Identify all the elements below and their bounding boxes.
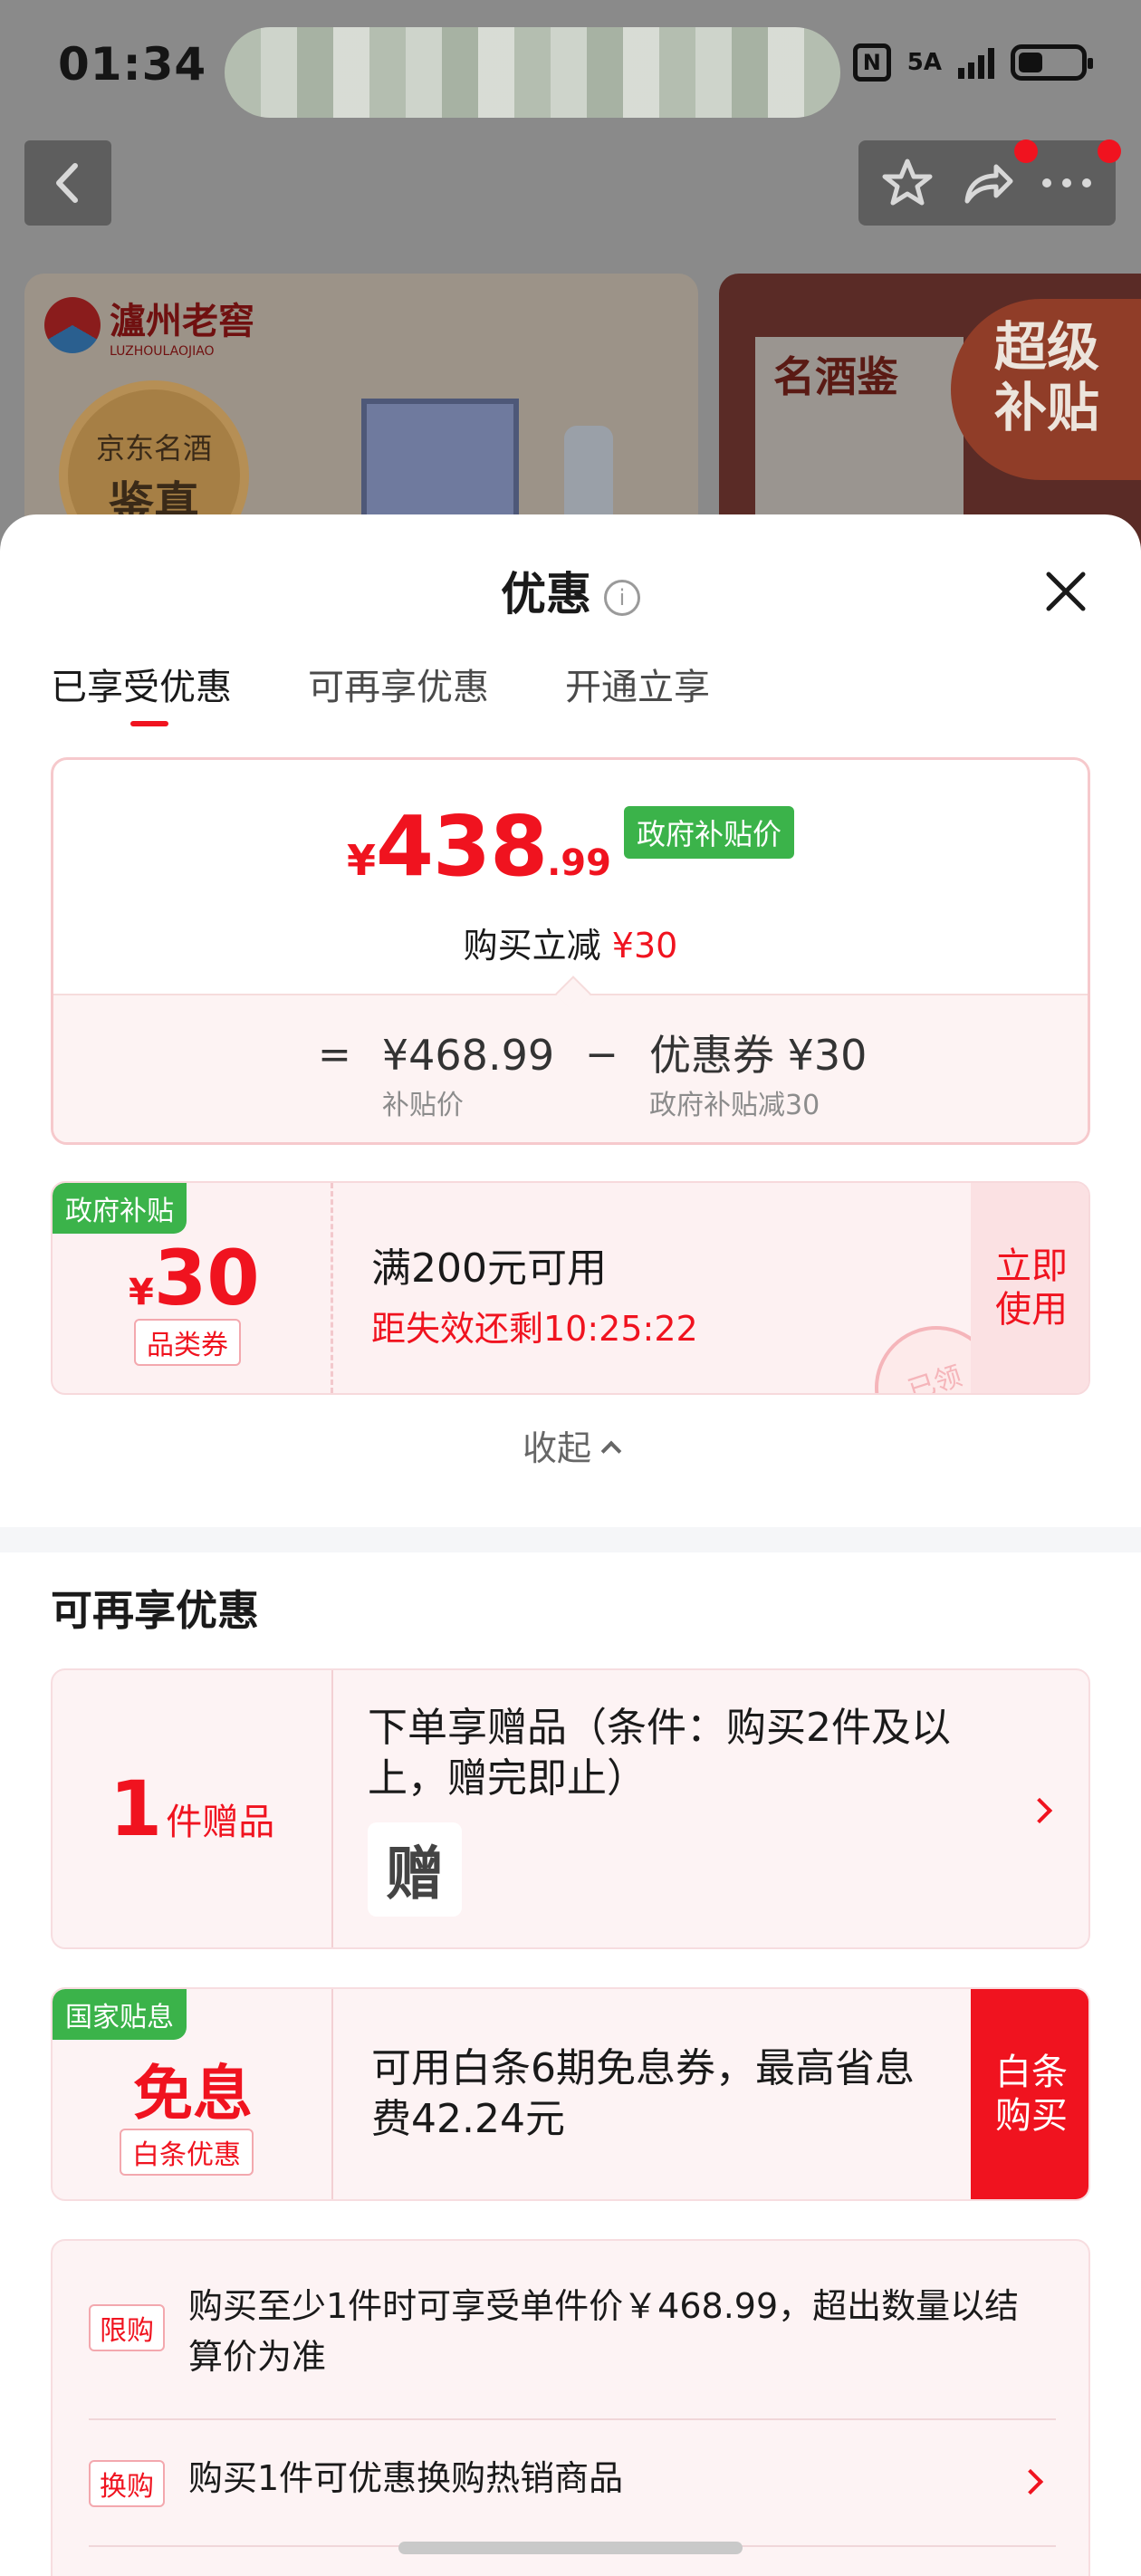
chevron-right-icon[interactable]: [1017, 2468, 1044, 2495]
more-badge-dot: [1098, 139, 1121, 163]
gift-badge: 赠: [368, 1822, 462, 1917]
gift-unit: 件赠品: [166, 1802, 275, 1843]
final-price: ¥438.99 政府补贴价: [53, 798, 1088, 895]
coupon-amount: ¥30: [129, 1234, 260, 1322]
brand-swirl-icon: [44, 297, 101, 353]
base-price: ¥468.99 补贴价: [382, 1030, 554, 1122]
coupon-deduction-value: 优惠券 ¥30: [648, 1031, 868, 1080]
action-group: [858, 140, 1116, 226]
close-icon[interactable]: [1043, 569, 1088, 614]
rule-tag-limit: 限购: [89, 2304, 165, 2351]
back-button[interactable]: [24, 140, 111, 226]
nfc-icon: N: [852, 43, 891, 82]
collapse-label: 收起: [522, 1428, 591, 1468]
share-icon[interactable]: [960, 156, 1014, 210]
price-integer: 438: [376, 798, 548, 895]
tab-more[interactable]: 可再享优惠: [308, 658, 489, 710]
coupon-deduction: 优惠券 ¥30 政府补贴减30: [649, 1030, 867, 1122]
use-now-line2: 使用: [995, 1289, 1068, 1331]
rule-text-limit: 购买至少1件时可享受单件价￥468.99，超出数量以结算价为准: [188, 2286, 1020, 2377]
price-currency: ¥: [347, 836, 377, 885]
baitiao-line2: 购买: [995, 2095, 1068, 2137]
reduction-label: 购买立减: [463, 926, 601, 966]
price-formula: = ¥468.99 补贴价 − 优惠券 ¥30 政府补贴减30: [318, 1030, 867, 1122]
status-icons: N 5A: [852, 43, 1093, 82]
more-icon[interactable]: [1040, 174, 1094, 192]
network-label: 5A: [906, 49, 942, 76]
super-subsidy-badge: 超级 补贴: [951, 299, 1141, 480]
rule-tag-exchange: 换购: [89, 2460, 165, 2507]
price-breakdown: = ¥468.99 补贴价 − 优惠券 ¥30 政府补贴减30: [53, 994, 1088, 1142]
back-icon: [56, 163, 78, 203]
coupon-tag: 政府补贴: [53, 1183, 187, 1234]
brand-logo: 瀘州老窖 LUZHOULAOJIAO: [44, 292, 254, 359]
star-icon[interactable]: [880, 156, 935, 210]
subsidy-coupon[interactable]: ¥30 品类券 政府补贴 满200元可用 距失效还剩10:25:22 已领 立即…: [51, 1181, 1090, 1395]
interest-free-card: 免息 白条优惠 国家贴息 可用白条6期免息券，最高省息费42.24元 白条 购买: [51, 1987, 1090, 2201]
tab-activate[interactable]: 开通立享: [565, 658, 710, 710]
rule-row-exchange[interactable]: 换购 购买1件可优惠换购热销商品: [89, 2453, 1056, 2516]
gov-price-tag: 政府补贴价: [623, 806, 794, 859]
use-now-button[interactable]: 立即 使用: [971, 1183, 1088, 1393]
interest-free-tag: 国家贴息: [53, 1989, 187, 2040]
coupon-kind: 品类券: [134, 1319, 241, 1366]
gift-count: 1: [109, 1764, 163, 1853]
interest-free-description: 可用白条6期免息券，最高省息费42.24元: [371, 2045, 915, 2142]
baitiao-buy-button[interactable]: 白条 购买: [971, 1989, 1088, 2199]
collapse-button[interactable]: 收起: [0, 1420, 1141, 1470]
reduction-amount: ¥30: [611, 926, 678, 966]
coupon-condition: 满200元可用: [371, 1245, 607, 1292]
interest-free-sub: 白条优惠: [120, 2129, 254, 2176]
baitiao-line1: 白条: [995, 2052, 1068, 2093]
promo-card-text: 名酒鉴: [773, 352, 898, 401]
discount-tabs: 已享受优惠 可再享优惠 开通立享: [51, 658, 710, 726]
badge-line2: 补贴: [994, 376, 1100, 438]
instant-reduction: 购买立减 ¥30: [53, 918, 1088, 967]
price-decimal: .99: [547, 842, 611, 884]
gift-offer-card[interactable]: 1 件赠品 下单享赠品（条件：购买2件及以上，赠完即止） 赠: [51, 1668, 1090, 1949]
coupon-number: 30: [153, 1234, 260, 1322]
price-card: ¥438.99 政府补贴价 购买立减 ¥30 = ¥468.99 补贴价 − 优惠…: [51, 757, 1090, 1145]
base-price-label: 补贴价: [381, 1090, 464, 1121]
chevron-up-icon: [600, 1440, 622, 1462]
rule-text-exchange: 购买1件可优惠换购热销商品: [188, 2458, 624, 2498]
discount-sheet: 优惠 i 已享受优惠 可再享优惠 开通立享 ¥438.99 政府补贴价 购买立减 ¥…: [0, 514, 1141, 2576]
tab-enjoyed[interactable]: 已享受优惠: [51, 658, 232, 726]
more-section-title: 可再享优惠: [51, 1586, 259, 1635]
badge-line1: 超级: [994, 316, 1100, 378]
network-indicator: 5A: [907, 51, 942, 74]
gift-description: 下单享赠品（条件：购买2件及以上，赠完即止）: [368, 1705, 951, 1802]
top-nav: [0, 136, 1141, 235]
coupon-deduction-label: 政府补贴减30: [648, 1090, 820, 1121]
interest-free-main: 免息: [133, 2059, 253, 2129]
share-badge-dot: [1014, 139, 1038, 163]
minus-sign: −: [585, 1032, 618, 1078]
brand-name-cn: 瀘州老窖: [110, 300, 254, 342]
status-bar: 01:34 N 5A: [0, 0, 1141, 136]
rule-row-limit: 限购 购买至少1件时可享受单件价￥468.99，超出数量以结算价为准: [89, 2281, 1056, 2398]
coupon-currency: ¥: [129, 1272, 154, 1313]
info-icon[interactable]: i: [604, 579, 640, 616]
section-divider: [0, 1527, 1141, 1552]
coupon-timer: 距失效还剩10:25:22: [371, 1309, 698, 1349]
home-indicator[interactable]: [398, 2542, 743, 2554]
status-time: 01:34: [58, 38, 207, 91]
seal-line1: 京东名酒: [95, 431, 212, 466]
final-price-area: ¥438.99 政府补贴价 购买立减 ¥30: [53, 760, 1088, 994]
blurred-notification: [225, 27, 840, 118]
brand-name-en: LUZHOULAOJIAO: [110, 344, 215, 359]
battery-icon: [1011, 44, 1093, 81]
sheet-header: 优惠 i: [0, 558, 1141, 623]
gift-count-area: 1 件赠品: [53, 1670, 333, 1947]
chevron-right-icon[interactable]: [1026, 1797, 1053, 1824]
base-price-value: ¥468.99: [381, 1031, 555, 1080]
use-now-line1: 立即: [995, 1245, 1068, 1287]
rule-divider: [89, 2418, 1056, 2420]
signal-icon: [958, 46, 994, 79]
purchase-rules-card: 限购 购买至少1件时可享受单件价￥468.99，超出数量以结算价为准 换购 购买…: [51, 2239, 1090, 2576]
sheet-title: 优惠: [501, 568, 591, 620]
equals-sign: =: [318, 1032, 351, 1078]
background-page: 01:34 N 5A 瀘州老窖 LUZHOULAOJIAO 京东名酒 鉴真 名酒…: [0, 0, 1141, 563]
